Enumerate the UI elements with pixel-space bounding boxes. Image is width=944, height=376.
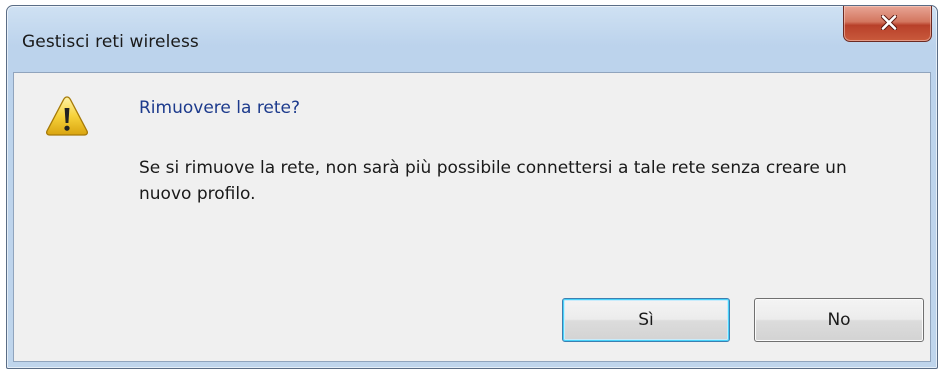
dialog-content: Rimuovere la rete? Se si rimuove la rete… [13,72,931,362]
dialog-heading: Rimuovere la rete? [139,98,301,118]
close-button[interactable] [843,6,932,42]
dialog-window: Gestisci reti wireless Rimuovere la rete… [6,5,938,369]
window-title: Gestisci reti wireless [22,32,199,52]
dialog-message: Se si rimuove la rete, non sarà più poss… [139,158,847,204]
warning-icon [46,96,88,136]
title-bar[interactable]: Gestisci reti wireless [7,6,937,72]
no-button[interactable]: No [754,298,924,342]
close-icon [881,15,897,30]
yes-button[interactable]: Sì [562,298,730,342]
